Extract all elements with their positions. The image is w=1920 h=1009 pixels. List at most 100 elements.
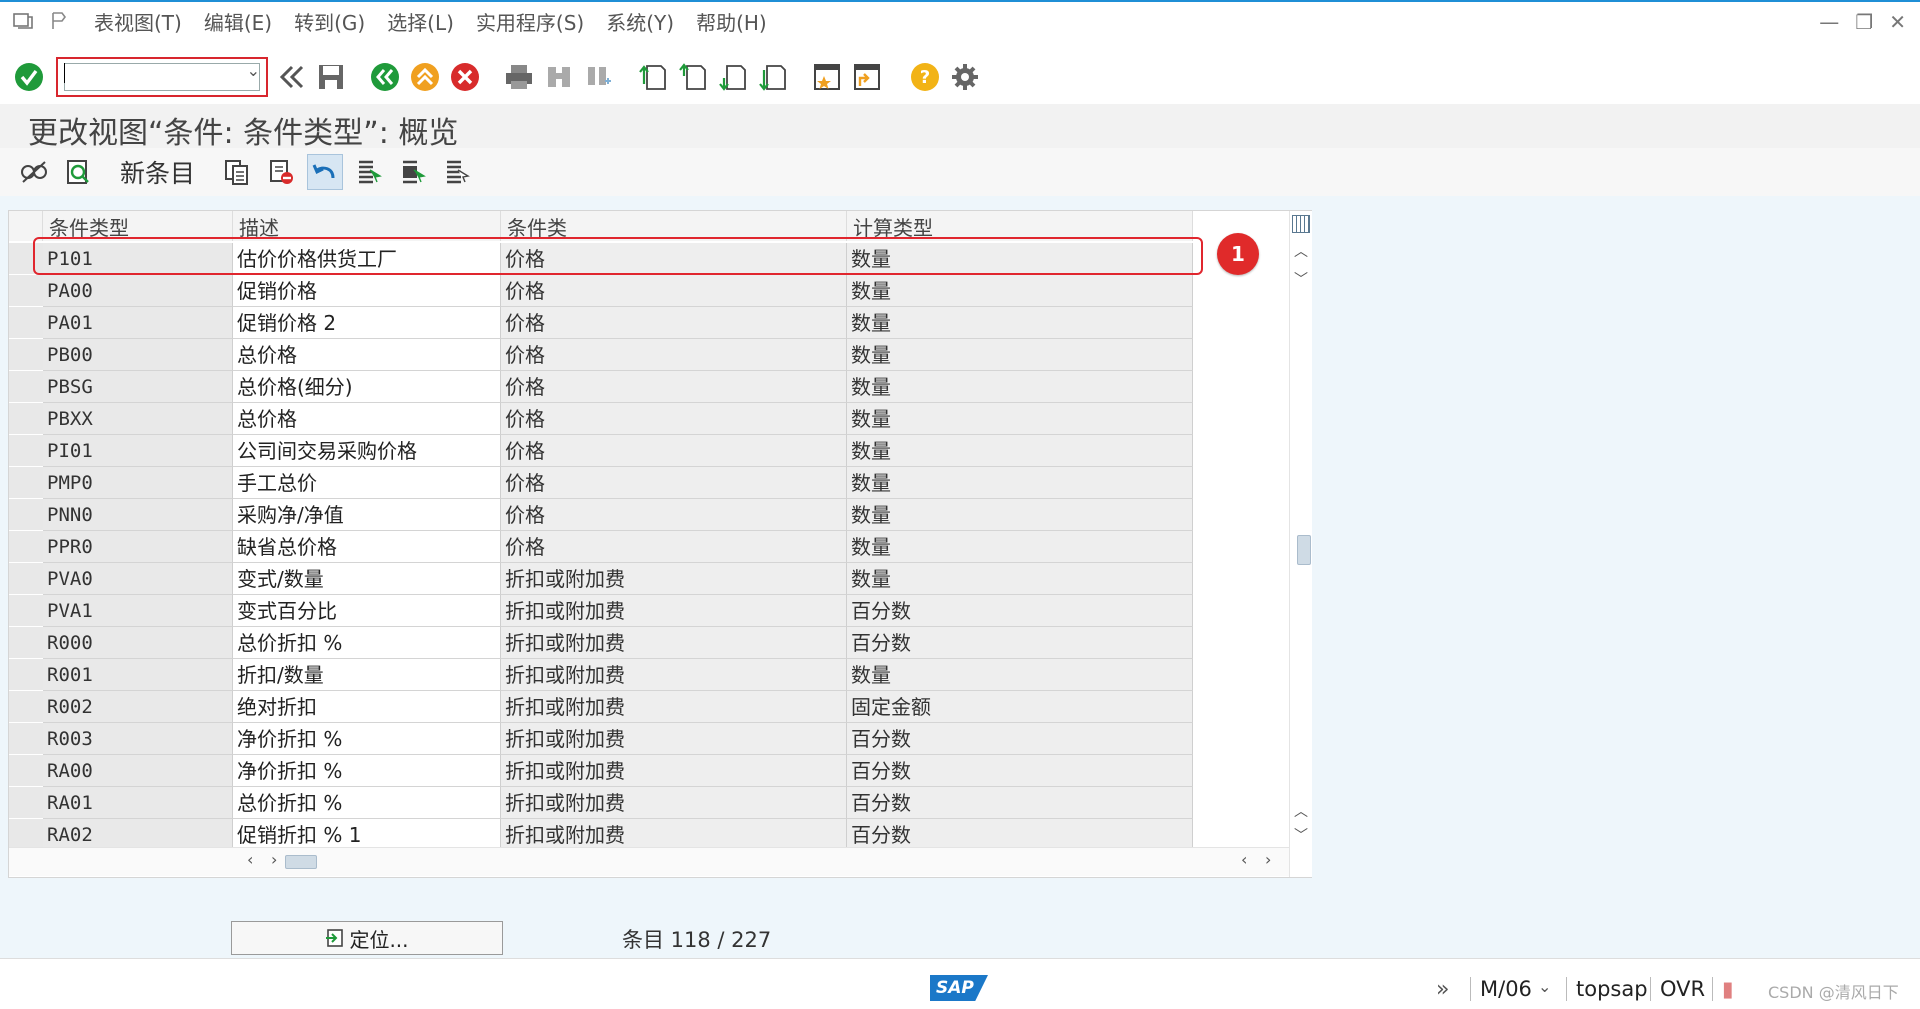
- insert-mode[interactable]: OVR: [1660, 977, 1705, 1001]
- row-selector[interactable]: [9, 435, 43, 467]
- restore-icon[interactable]: ❐: [1855, 10, 1873, 34]
- sap-gui-menu-icon[interactable]: [46, 11, 72, 31]
- generate-shortcut-icon[interactable]: [850, 60, 884, 94]
- position-button[interactable]: 定位...: [231, 921, 503, 955]
- cell-description[interactable]: 总价折扣 %: [233, 787, 501, 819]
- table-row[interactable]: PBXX 总价格 价格 数量: [9, 403, 1193, 435]
- cell-description[interactable]: 总价格: [233, 339, 501, 371]
- row-selector[interactable]: [9, 723, 43, 755]
- cell-description[interactable]: 促销价格 2: [233, 307, 501, 339]
- command-field[interactable]: ⌄: [56, 57, 268, 97]
- cell-description[interactable]: 净价折扣 %: [233, 723, 501, 755]
- row-selector[interactable]: [9, 755, 43, 787]
- scroll-page-up-icon[interactable]: ︿: [1294, 801, 1308, 821]
- select-block-icon[interactable]: [395, 154, 431, 190]
- save-icon[interactable]: [314, 60, 348, 94]
- cell-description[interactable]: 公司间交易采购价格: [233, 435, 501, 467]
- row-selector[interactable]: [9, 403, 43, 435]
- scroll-page-down-icon[interactable]: ﹀: [1294, 825, 1308, 845]
- row-selector[interactable]: [9, 691, 43, 723]
- undo-change-icon[interactable]: [307, 154, 344, 190]
- table-row[interactable]: RA01 总价折扣 % 折扣或附加费 百分数: [9, 787, 1193, 819]
- close-window-icon[interactable]: ✕: [1889, 10, 1906, 34]
- row-selector[interactable]: [9, 563, 43, 595]
- cell-description[interactable]: 绝对折扣: [233, 691, 501, 723]
- table-row[interactable]: R000 总价折扣 % 折扣或附加费 百分数: [9, 627, 1193, 659]
- create-session-icon[interactable]: [810, 60, 844, 94]
- scroll-left-end-icon[interactable]: ‹: [1241, 850, 1247, 869]
- table-row[interactable]: RA00 净价折扣 % 折扣或附加费 百分数: [9, 755, 1193, 787]
- table-row[interactable]: R001 折扣/数量 折扣或附加费 数量: [9, 659, 1193, 691]
- cell-description[interactable]: 缺省总价格: [233, 531, 501, 563]
- row-selector[interactable]: [9, 595, 43, 627]
- table-row[interactable]: PVA0 变式/数量 折扣或附加费 数量: [9, 563, 1193, 595]
- help-icon[interactable]: ?: [908, 60, 942, 94]
- exit-icon[interactable]: [408, 60, 442, 94]
- table-row[interactable]: PMP0 手工总价 价格 数量: [9, 467, 1193, 499]
- row-selector[interactable]: [9, 659, 43, 691]
- find-next-icon[interactable]: [582, 60, 616, 94]
- check-icon[interactable]: [60, 154, 96, 190]
- table-row[interactable]: PA01 促销价格 2 价格 数量: [9, 307, 1193, 339]
- row-selector[interactable]: [9, 627, 43, 659]
- vertical-scrollbar[interactable]: ︿ ﹀ ︿ ﹀: [1289, 211, 1312, 877]
- table-row[interactable]: PPR0 缺省总价格 价格 数量: [9, 531, 1193, 563]
- table-row[interactable]: R002 绝对折扣 折扣或附加费 固定金额: [9, 691, 1193, 723]
- deselect-all-icon[interactable]: [439, 154, 475, 190]
- row-selector[interactable]: [9, 371, 43, 403]
- first-page-icon[interactable]: [636, 60, 670, 94]
- menu-table-view[interactable]: 表视图(T): [94, 7, 182, 36]
- menu-utilities[interactable]: 实用程序(S): [476, 7, 584, 36]
- menu-goto[interactable]: 转到(G): [294, 7, 365, 36]
- cell-description[interactable]: 变式百分比: [233, 595, 501, 627]
- row-selector[interactable]: [9, 467, 43, 499]
- chevron-down-icon[interactable]: ⌄: [247, 61, 260, 80]
- settings-gear-icon[interactable]: [948, 60, 982, 94]
- cell-description[interactable]: 变式/数量: [233, 563, 501, 595]
- table-row[interactable]: R003 净价折扣 % 折扣或附加费 百分数: [9, 723, 1193, 755]
- column-config-icon[interactable]: [1292, 215, 1310, 233]
- table-row[interactable]: PA00 促销价格 价格 数量: [9, 275, 1193, 307]
- table-row[interactable]: PVA1 变式百分比 折扣或附加费 百分数: [9, 595, 1193, 627]
- back-icon[interactable]: [368, 60, 402, 94]
- scroll-right-icon[interactable]: ›: [271, 850, 277, 869]
- table-row[interactable]: PBSG 总价格(细分) 价格 数量: [9, 371, 1193, 403]
- table-row[interactable]: PI01 公司间交易采购价格 价格 数量: [9, 435, 1193, 467]
- delete-icon[interactable]: [263, 154, 299, 190]
- enter-icon[interactable]: [12, 60, 46, 94]
- print-icon[interactable]: [502, 60, 536, 94]
- next-page-icon[interactable]: [716, 60, 750, 94]
- scroll-left-icon[interactable]: ‹: [247, 850, 253, 869]
- cell-description[interactable]: 总价格: [233, 403, 501, 435]
- scroll-up-icon[interactable]: ︿: [1294, 241, 1308, 261]
- double-chevron-left-icon[interactable]: [274, 60, 308, 94]
- menu-help[interactable]: 帮助(H): [696, 7, 767, 36]
- cell-description[interactable]: 手工总价: [233, 467, 501, 499]
- cell-description[interactable]: 采购净/净值: [233, 499, 501, 531]
- session-dropdown-icon[interactable]: ⌄: [1538, 977, 1551, 996]
- cell-description[interactable]: 总价格(细分): [233, 371, 501, 403]
- cell-description[interactable]: 净价折扣 %: [233, 755, 501, 787]
- cell-description[interactable]: 促销价格: [233, 275, 501, 307]
- display-change-icon[interactable]: [16, 154, 52, 190]
- horizontal-scrollbar[interactable]: ‹ › ‹ ›: [9, 847, 1289, 876]
- menu-system[interactable]: 系统(Y): [606, 7, 674, 36]
- find-icon[interactable]: [542, 60, 576, 94]
- last-page-icon[interactable]: [756, 60, 790, 94]
- double-chevron-right-icon[interactable]: »: [1436, 977, 1449, 1002]
- cell-description[interactable]: 折扣/数量: [233, 659, 501, 691]
- scroll-right-end-icon[interactable]: ›: [1265, 850, 1271, 869]
- menu-selection[interactable]: 选择(L): [387, 7, 454, 36]
- menu-edit[interactable]: 编辑(E): [204, 7, 272, 36]
- minimize-icon[interactable]: —: [1819, 10, 1839, 34]
- menu-icon[interactable]: [10, 11, 36, 31]
- scroll-down-icon[interactable]: ﹀: [1294, 269, 1308, 289]
- vertical-scroll-thumb[interactable]: [1297, 535, 1311, 565]
- horizontal-scroll-thumb[interactable]: [285, 855, 317, 869]
- row-selector[interactable]: [9, 499, 43, 531]
- row-selector[interactable]: [9, 307, 43, 339]
- new-entries-button[interactable]: 新条目: [120, 154, 195, 190]
- previous-page-icon[interactable]: [676, 60, 710, 94]
- row-selector[interactable]: [9, 787, 43, 819]
- cell-description[interactable]: 总价折扣 %: [233, 627, 501, 659]
